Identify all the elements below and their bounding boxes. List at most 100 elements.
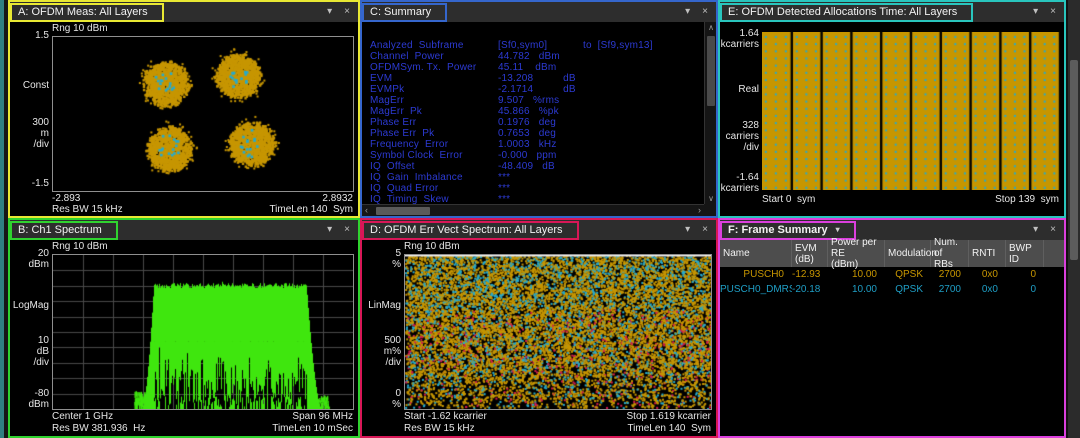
- minimize-icon[interactable]: ▾: [327, 7, 332, 17]
- time-len-label: TimeLen 140 Sym: [269, 204, 353, 215]
- summary-line: EVM-13.208 dB: [370, 73, 704, 84]
- x-axis-start-label: Start 0 sym: [762, 194, 815, 205]
- table-header-cell[interactable]: [1044, 240, 1064, 267]
- summary-line: Channel Power44.782 dBm: [370, 51, 704, 62]
- summary-line: Symbol Clock Error-0.000 ppm: [370, 150, 704, 161]
- x-axis-left-label: -2.893: [52, 193, 80, 204]
- constellation-plot[interactable]: [52, 36, 354, 192]
- panel-summary: C: Summary ▾ × Analyzed Subframe[Sf0,sym…: [360, 0, 718, 218]
- panel-d-title[interactable]: D: OFDM Err Vect Spectrum: All Layers: [362, 221, 579, 240]
- trace-format-label: LinMag: [362, 300, 401, 311]
- scroll-down-icon[interactable]: ∨: [705, 194, 717, 203]
- time-len-label: TimeLen 10 mSec: [272, 423, 353, 434]
- panel-b-content: Rng 10 dBm 20 dBm LogMag 10 dB /div -80 …: [10, 240, 358, 436]
- horizontal-scrollbar-thumb[interactable]: [376, 207, 430, 215]
- table-header-cell[interactable]: EVM (dB): [792, 240, 828, 267]
- minimize-icon[interactable]: ▾: [685, 225, 690, 235]
- table-row[interactable]: PUSCH0_DMRS-20.1810.00QPSK27000x00: [720, 282, 1064, 297]
- table-header-cell[interactable]: Power per RE (dBm): [828, 240, 885, 267]
- window-scrollbar-thumb[interactable]: [1070, 60, 1078, 260]
- spectrum-canvas: [53, 255, 353, 409]
- table-cell: 0: [1006, 284, 1044, 295]
- y-axis-scale-label: 328 carriers /div: [720, 120, 759, 153]
- y-axis-scale-label: 10 dB /div: [10, 335, 49, 368]
- panel-d-content: Rng 10 dBm 5 % LinMag 500 m% /div 0 % St…: [362, 240, 716, 436]
- table-header-cell[interactable]: Modulation: [885, 240, 931, 267]
- panel-e-title[interactable]: E: OFDM Detected Allocations Time: All L…: [720, 3, 973, 22]
- x-axis-start-label: Start -1.62 kcarrier: [404, 411, 487, 422]
- close-icon[interactable]: ×: [702, 225, 708, 235]
- window-vertical-scrollbar[interactable]: [1068, 0, 1080, 438]
- panel-c-titlebar: C: Summary ▾ ×: [362, 2, 716, 22]
- range-label: Rng 10 dBm: [52, 241, 108, 252]
- table-header-cell[interactable]: BWP ID: [1006, 240, 1044, 267]
- close-icon[interactable]: ×: [344, 7, 350, 17]
- table-body: PUSCH0-12.9310.00QPSK27000x00 PUSCH0_DMRS…: [720, 267, 1064, 297]
- y-axis-top-label: 1.5: [10, 30, 49, 41]
- res-bw-label: Res BW 381.936 Hz: [52, 423, 145, 434]
- table-header-cell[interactable]: Num. of RBs: [931, 240, 969, 267]
- x-axis-stop-label: Stop 139 sym: [995, 194, 1059, 205]
- minimize-icon[interactable]: ▾: [1033, 7, 1038, 17]
- table-row[interactable]: PUSCH0-12.9310.00QPSK27000x00: [720, 267, 1064, 282]
- summary-line: IQ Offset-48.409 dB: [370, 161, 704, 172]
- panel-e-titlebar: E: OFDM Detected Allocations Time: All L…: [720, 2, 1064, 22]
- trace-format-label: Real: [720, 84, 759, 95]
- x-axis-right-label: 2.8932: [322, 193, 353, 204]
- table-cell: PUSCH0_DMRS: [720, 284, 792, 295]
- close-icon[interactable]: ×: [702, 7, 708, 17]
- res-bw-label: Res BW 15 kHz: [404, 423, 475, 434]
- allocations-canvas: [762, 32, 1060, 190]
- allocations-plot[interactable]: [762, 32, 1060, 190]
- summary-horizontal-scrollbar[interactable]: ‹ ›: [362, 204, 704, 216]
- table-header-cell[interactable]: Name: [720, 240, 792, 267]
- panel-a-content: Rng 10 dBm 1.5 Const 300 m /div -1.5 -2.…: [10, 22, 358, 216]
- summary-vertical-scrollbar[interactable]: ∧ ∨: [704, 22, 716, 204]
- y-axis-scale-label: 300 m /div: [10, 117, 49, 150]
- panel-f-title-text: F: Frame Summary: [728, 224, 828, 236]
- table-cell: 2700: [931, 284, 969, 295]
- y-axis-top-label: 1.64 kcarriers: [720, 28, 759, 50]
- scroll-up-icon[interactable]: ∧: [705, 23, 717, 32]
- panel-a-title[interactable]: A: OFDM Meas: All Layers: [10, 3, 164, 22]
- summary-line: Frequency Error1.0003 kHz: [370, 139, 704, 150]
- close-icon[interactable]: ×: [1050, 7, 1056, 17]
- minimize-icon[interactable]: ▾: [1033, 225, 1038, 235]
- summary-line: Phase Err Pk0.7653 deg: [370, 128, 704, 139]
- close-icon[interactable]: ×: [344, 225, 350, 235]
- panel-c-title[interactable]: C: Summary: [362, 3, 447, 22]
- panel-detected-allocations: E: OFDM Detected Allocations Time: All L…: [718, 0, 1066, 218]
- spectrum-plot[interactable]: [52, 254, 354, 410]
- res-bw-label: Res BW 15 kHz: [52, 204, 123, 215]
- evm-spectrum-canvas: [405, 255, 711, 409]
- dropdown-icon[interactable]: ▾: [836, 225, 840, 234]
- table-cell: 0x0: [969, 284, 1006, 295]
- panel-b-title[interactable]: B: Ch1 Spectrum: [10, 221, 118, 240]
- summary-line: IQ Timing Skew***: [370, 194, 704, 204]
- table-header-cell[interactable]: RNTI: [969, 240, 1006, 267]
- scrollbar-corner: [704, 204, 716, 216]
- table-cell: 2700: [931, 269, 969, 280]
- summary-list: Analyzed Subframe[Sf0,sym0] to [Sf9,sym1…: [362, 22, 704, 204]
- summary-line: IQ Quad Error***: [370, 183, 704, 194]
- table-cell: PUSCH0: [720, 269, 792, 280]
- minimize-icon[interactable]: ▾: [327, 225, 332, 235]
- panel-b-titlebar: B: Ch1 Spectrum ▾ ×: [10, 220, 358, 240]
- panel-ch1-spectrum: B: Ch1 Spectrum ▾ × Rng 10 dBm 20 dBm Lo…: [8, 218, 360, 438]
- summary-line: Analyzed Subframe[Sf0,sym0] to [Sf9,sym1…: [370, 40, 704, 51]
- scroll-right-icon[interactable]: ›: [698, 205, 701, 216]
- trace-format-label: LogMag: [10, 300, 49, 311]
- table-cell: 0x0: [969, 269, 1006, 280]
- minimize-icon[interactable]: ▾: [685, 7, 690, 17]
- range-label: Rng 10 dBm: [52, 23, 108, 34]
- panel-e-content: 1.64 kcarriers Real 328 carriers /div -1…: [720, 22, 1064, 216]
- close-icon[interactable]: ×: [1050, 225, 1056, 235]
- panel-a-titlebar: A: OFDM Meas: All Layers ▾ ×: [10, 2, 358, 22]
- vertical-scrollbar-thumb[interactable]: [707, 36, 715, 106]
- panel-d-titlebar: D: OFDM Err Vect Spectrum: All Layers ▾ …: [362, 220, 716, 240]
- vsa-application: A: OFDM Meas: All Layers ▾ × Rng 10 dBm …: [0, 0, 1080, 438]
- frame-summary-table: NameEVM (dB)Power per RE (dBm)Modulation…: [720, 240, 1064, 297]
- scroll-left-icon[interactable]: ‹: [365, 205, 368, 216]
- evm-spectrum-plot[interactable]: [404, 254, 712, 410]
- constellation-canvas: [53, 37, 353, 191]
